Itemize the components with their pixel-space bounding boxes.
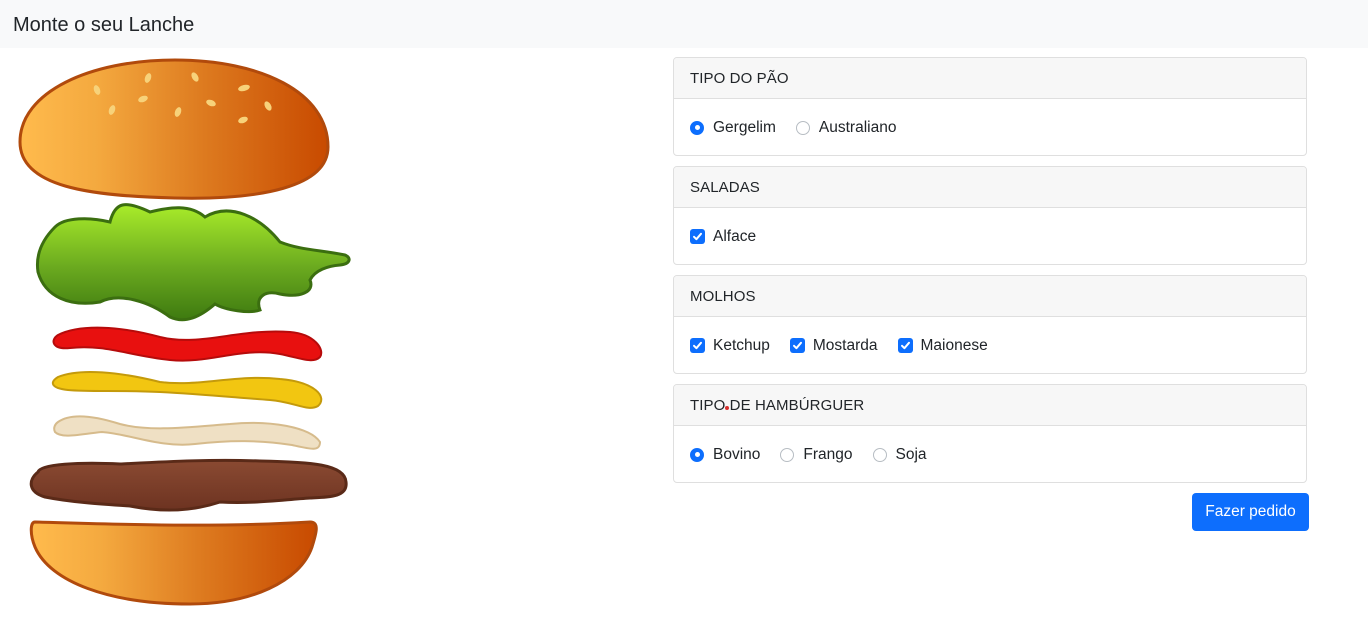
radio-australiano[interactable] [795, 120, 810, 135]
label-maionese: Maionese [920, 336, 988, 354]
card-body-bread-type: Gergelim Australiano [674, 99, 1306, 155]
label-ketchup: Ketchup [713, 336, 770, 354]
navbar: Monte o seu Lanche [0, 0, 1368, 48]
bottom-bun [29, 520, 318, 606]
option-maionese[interactable]: Maionese [897, 336, 988, 355]
option-soja[interactable]: Soja [872, 445, 927, 464]
card-body-burger-type: Bovino Frango Soja [674, 426, 1306, 482]
radio-soja[interactable] [872, 447, 887, 462]
ketchup-layer [52, 326, 323, 362]
check-icon [693, 232, 702, 241]
label-gergelim: Gergelim [713, 118, 776, 136]
mustard-layer [51, 371, 323, 409]
card-bread-type: TIPO DO PÃO Gergelim Australiano [673, 57, 1307, 156]
patty-layer [29, 458, 348, 512]
card-body-sauces: Ketchup Mostarda Maionese [674, 317, 1306, 373]
option-ketchup[interactable]: Ketchup [690, 337, 770, 355]
navbar-brand[interactable]: Monte o seu Lanche [13, 13, 194, 37]
submit-order-button[interactable]: Fazer pedido [1192, 493, 1309, 531]
checkbox-ketchup[interactable] [690, 338, 705, 353]
option-alface[interactable]: Alface [690, 228, 756, 246]
option-bovino[interactable]: Bovino [690, 446, 760, 464]
radio-bovino[interactable] [690, 447, 704, 462]
card-header-burger-type: TIPO DE HAMBÚRGUER [674, 385, 1306, 426]
card-header-bread-type: TIPO DO PÃO [674, 58, 1306, 99]
check-icon [900, 341, 910, 350]
card-header-salads: SALADAS [674, 167, 1306, 208]
label-alface: Alface [713, 227, 757, 245]
label-soja: Soja [895, 445, 927, 463]
cursor-dot [725, 406, 729, 410]
lettuce-layer [35, 203, 351, 322]
label-mostarda: Mostarda [812, 336, 878, 354]
label-bovino: Bovino [713, 445, 761, 463]
card-header-sauces: MOLHOS [674, 276, 1306, 317]
top-bun [18, 58, 330, 200]
mayo-layer [53, 415, 322, 450]
option-gergelim[interactable]: Gergelim [690, 119, 776, 137]
card-burger-type: TIPO DE HAMBÚRGUER Bovino Frango Soja [673, 384, 1307, 483]
option-mostarda[interactable]: Mostarda [789, 336, 878, 355]
card-sauces: MOLHOS Ketchup Mostarda Maionese [673, 275, 1307, 374]
check-icon [693, 341, 702, 350]
checkbox-alface[interactable] [690, 229, 705, 244]
check-icon [792, 341, 802, 350]
label-frango: Frango [803, 445, 853, 463]
option-frango[interactable]: Frango [780, 445, 853, 464]
card-body-salads: Alface [674, 208, 1306, 264]
option-australiano[interactable]: Australiano [795, 118, 897, 137]
label-australiano: Australiano [818, 118, 897, 136]
checkbox-maionese[interactable] [897, 338, 913, 353]
checkbox-mostarda[interactable] [789, 338, 805, 353]
card-salads: SALADAS Alface [673, 166, 1307, 265]
radio-frango[interactable] [780, 447, 795, 462]
radio-gergelim[interactable] [690, 120, 704, 135]
burger-illustration [18, 58, 351, 606]
